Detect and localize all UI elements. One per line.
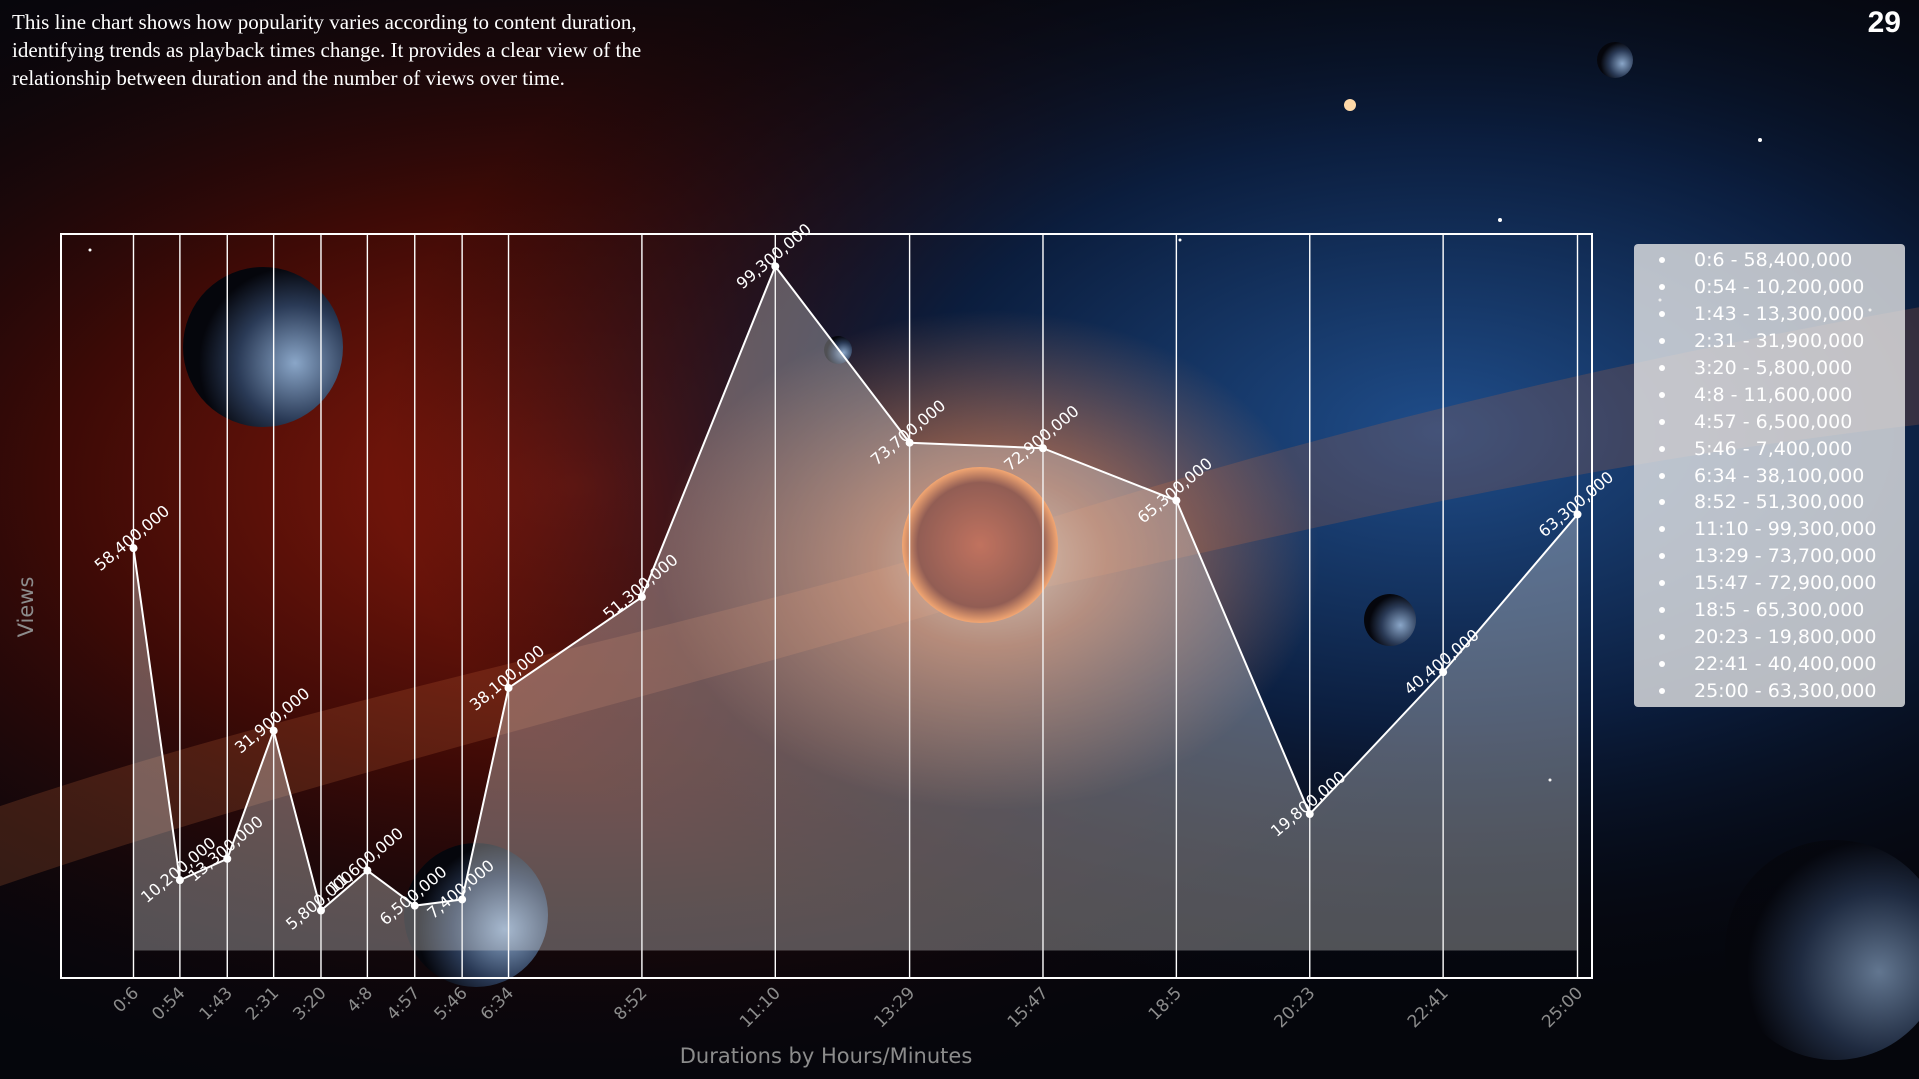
legend-label: 5:46 - 7,400,000	[1694, 437, 1853, 460]
legend-marker	[1659, 365, 1665, 371]
legend-marker	[1659, 445, 1665, 452]
legend-label: 4:57 - 6,500,000	[1694, 410, 1853, 433]
x-tick-label: 20:23	[1270, 983, 1319, 1032]
legend-item: 22:41 - 40,400,000	[1634, 650, 1905, 677]
legend-marker	[1659, 257, 1665, 264]
area-fill	[133, 266, 1578, 951]
legend-label: 15:47 - 72,900,000	[1694, 572, 1877, 595]
legend-item: 0:54 - 10,200,000	[1634, 274, 1905, 301]
legend-label: 3:20 - 5,800,000	[1694, 357, 1853, 379]
legend-item: 20:23 - 19,800,000	[1634, 623, 1905, 650]
legend-label: 8:52 - 51,300,000	[1694, 491, 1865, 514]
legend-label: 22:41 - 40,400,000	[1694, 652, 1877, 675]
x-tick-label: 22:41	[1404, 983, 1453, 1032]
x-tick-label: 13:29	[870, 983, 919, 1032]
legend-marker	[1659, 472, 1665, 479]
legend-item: 13:29 - 73,700,000	[1634, 543, 1905, 570]
legend-label: 13:29 - 73,700,000	[1694, 545, 1877, 568]
x-tick-label: 11:10	[736, 983, 785, 1032]
legend-marker	[1659, 687, 1665, 694]
legend-marker	[1659, 338, 1665, 345]
legend-label: 1:43 - 13,300,000	[1694, 303, 1865, 326]
legend-item: 4:8 - 11,600,000	[1634, 381, 1905, 408]
legend-item: 18:5 - 65,300,000	[1634, 597, 1905, 624]
legend-marker	[1659, 553, 1665, 560]
legend-item: 15:47 - 72,900,000	[1634, 570, 1905, 597]
legend-item: 11:10 - 99,300,000	[1634, 516, 1905, 543]
legend-item: 25:00 - 63,300,000	[1634, 677, 1905, 704]
x-tick-label: 0:6	[110, 983, 143, 1016]
legend-marker	[1659, 284, 1665, 291]
legend-item: 6:34 - 38,100,000	[1634, 462, 1905, 489]
x-tick-label: 2:31	[242, 983, 283, 1024]
legend-marker	[1659, 499, 1665, 506]
x-tick-label: 15:47	[1004, 983, 1053, 1032]
legend-item: 8:52 - 51,300,000	[1634, 489, 1905, 516]
x-tick-label: 6:34	[477, 983, 518, 1024]
legend-label: 20:23 - 19,800,000	[1694, 625, 1877, 648]
legend-label: 25:00 - 63,300,000	[1694, 679, 1877, 702]
legend-label: 0:6 - 58,400,000	[1694, 249, 1853, 272]
legend-item: 0:6 - 58,400,000	[1634, 247, 1905, 274]
legend-label: 2:31 - 31,900,000	[1694, 330, 1865, 353]
x-tick-label: 5:46	[431, 983, 472, 1024]
x-tick-label: 18:5	[1145, 983, 1186, 1024]
legend-label: 18:5 - 65,300,000	[1694, 599, 1865, 622]
legend-item: 4:57 - 6,500,000	[1634, 408, 1905, 435]
x-tick-label: 4:8	[343, 983, 376, 1016]
x-tick-label: 0:54	[148, 983, 189, 1024]
x-tick-label: 8:52	[610, 983, 651, 1024]
x-axis-title: Durations by Hours/Minutes	[680, 1044, 973, 1068]
x-tick-labels: 0:6 0:54 1:43 2:31 3:20 4:8 4:57 5:46 6:34 8:52 11…	[110, 983, 1587, 1032]
legend-marker	[1659, 580, 1665, 587]
legend-marker	[1659, 418, 1665, 425]
legend: 0:6 - 58,400,000 0:54 - 10,200,000 1:43 …	[1634, 244, 1905, 707]
legend-item: 2:31 - 31,900,000	[1634, 328, 1905, 355]
legend-marker	[1659, 633, 1665, 640]
legend-item: 1:43 - 13,300,000	[1634, 301, 1905, 328]
x-tick-label: 3:20	[289, 983, 330, 1024]
legend-label: 0:54 - 10,200,000	[1694, 276, 1865, 299]
x-tick-label: 1:43	[196, 983, 237, 1024]
legend-marker	[1659, 607, 1665, 614]
data-label: 58,400,000	[91, 501, 173, 574]
legend-item: 5:46 - 7,400,000	[1634, 435, 1905, 462]
legend-marker	[1659, 660, 1665, 667]
legend-marker	[1659, 526, 1665, 533]
legend-marker	[1659, 391, 1665, 398]
x-tick-label: 25:00	[1538, 983, 1587, 1032]
legend-item: 3:20 - 5,800,000	[1634, 355, 1905, 382]
line-chart: 58,400,00010,200,00013,300,00031,900,000…	[14, 219, 1617, 1068]
legend-label: 4:8 - 11,600,000	[1694, 383, 1853, 406]
legend-label: 6:34 - 38,100,000	[1694, 464, 1865, 487]
y-axis-title: Views	[14, 577, 38, 638]
x-tick-label: 4:57	[383, 983, 424, 1024]
legend-marker	[1659, 311, 1665, 318]
legend-label: 11:10 - 99,300,000	[1694, 518, 1877, 541]
